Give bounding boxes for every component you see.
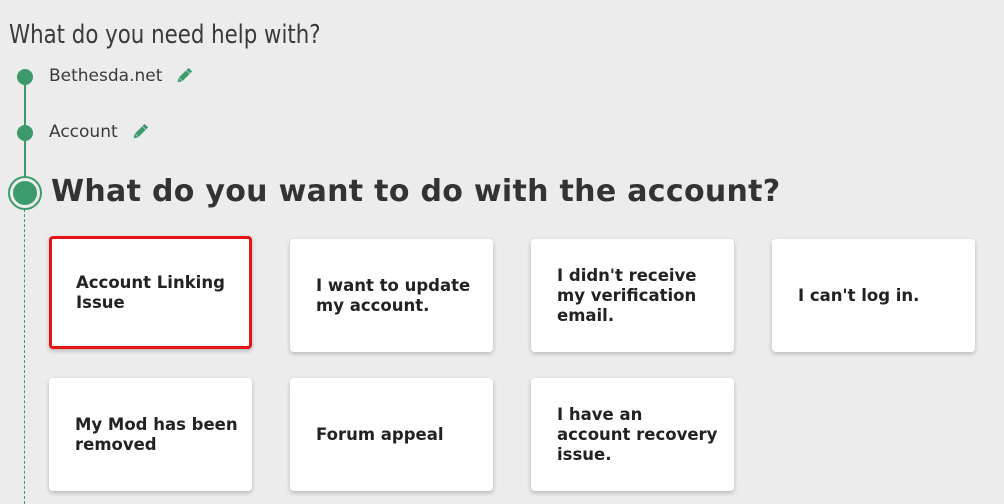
option-account-recovery[interactable]: I have an account recovery issue. <box>531 378 734 491</box>
option-label: I can't log in. <box>798 285 920 305</box>
timeline-dot-current-step <box>10 178 40 208</box>
pencil-icon[interactable] <box>174 66 194 86</box>
pencil-icon[interactable] <box>130 122 150 142</box>
option-label: I have an account recovery issue. <box>557 404 718 464</box>
option-label: I want to update my account. <box>316 275 471 315</box>
option-verification-email[interactable]: I didn't receive my verification email. <box>531 239 734 352</box>
timeline-dashed-line <box>24 194 25 504</box>
option-update-account[interactable]: I want to update my account. <box>290 239 493 352</box>
breadcrumb-step-account: Account <box>49 122 150 142</box>
option-mod-removed[interactable]: My Mod has been removed <box>49 378 252 491</box>
question-heading: What do you want to do with the account? <box>51 174 781 209</box>
option-label: Forum appeal <box>316 424 444 444</box>
option-cant-log-in[interactable]: I can't log in. <box>772 239 975 352</box>
step-label: Bethesda.net <box>49 66 163 86</box>
option-forum-appeal[interactable]: Forum appeal <box>290 378 493 491</box>
breadcrumb-step-bethesda: Bethesda.net <box>49 66 194 86</box>
page-title: What do you need help with? <box>9 20 321 50</box>
option-account-linking-issue[interactable]: Account Linking Issue <box>49 236 252 349</box>
timeline-dot-step-1 <box>17 69 33 85</box>
option-label: Account Linking Issue <box>76 272 225 312</box>
step-label: Account <box>49 122 118 142</box>
timeline-dot-step-2 <box>17 125 33 141</box>
option-label: My Mod has been removed <box>75 414 238 454</box>
option-label: I didn't receive my verification email. <box>557 265 697 325</box>
